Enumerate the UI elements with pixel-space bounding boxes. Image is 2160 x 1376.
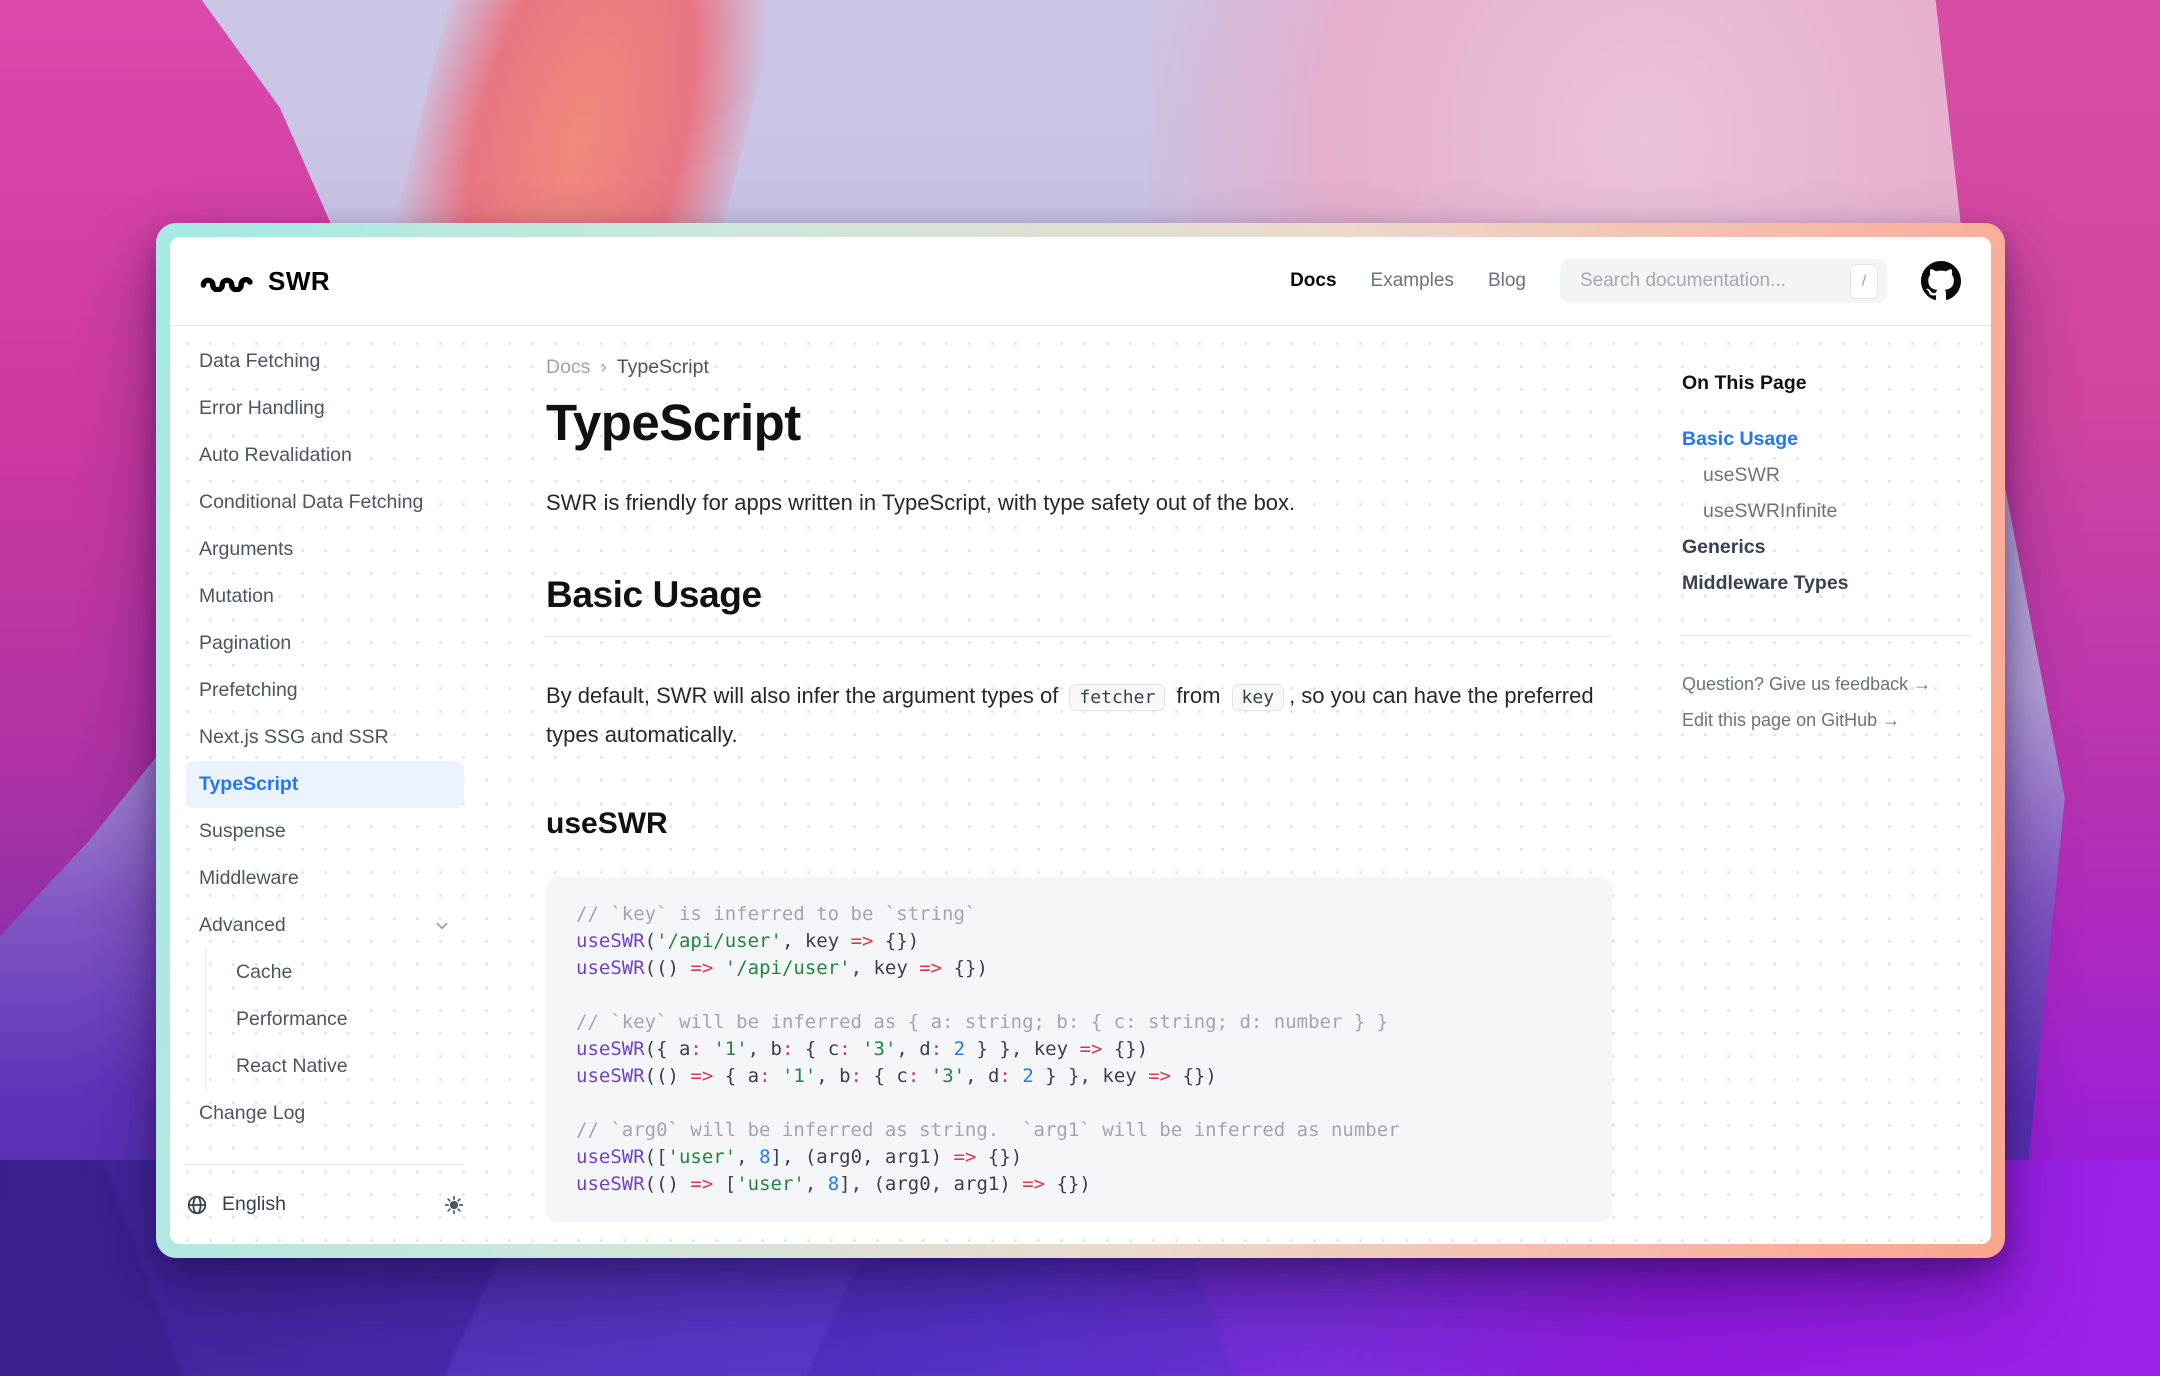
sidebar-item-label: Data Fetching (199, 350, 320, 373)
breadcrumb-separator-icon: › (600, 357, 606, 379)
sidebar: Data Fetching Error Handling Auto Revalida… (170, 326, 480, 1244)
chevron-down-icon (433, 917, 451, 935)
sidebar-item-middleware[interactable]: Middleware (186, 855, 464, 902)
globe-icon (186, 1194, 208, 1216)
sidebar-item-label: Cache (236, 961, 292, 984)
code-line (576, 982, 1582, 1009)
sidebar-item-label: Pagination (199, 632, 291, 655)
swr-docs-app: SWR Docs Examples Blog / Data Fetching Erro… (170, 237, 1991, 1244)
toc-link-question-give-us-feedback[interactable]: Question? Give us feedback → (1682, 674, 1972, 695)
inline-code-key: key (1232, 684, 1285, 711)
sidebar-nav-list: Data Fetching Error Handling Auto Revalida… (186, 338, 464, 1142)
language-label: English (222, 1193, 286, 1216)
section-divider (546, 636, 1612, 637)
sidebar-item-react-native[interactable]: React Native (205, 1043, 464, 1090)
code-line: // `key` will be inferred as { a: string… (576, 1009, 1582, 1036)
sidebar-item-typescript[interactable]: TypeScript (186, 761, 464, 808)
top-navbar: SWR Docs Examples Blog / (170, 237, 1991, 326)
sidebar-item-next-js-ssg-and-ssr[interactable]: Next.js SSG and SSR (186, 714, 464, 761)
sidebar-item-change-log[interactable]: Change Log (186, 1090, 464, 1137)
toc-item-useswr[interactable]: useSWR (1682, 457, 1972, 493)
toc-item-basic-usage[interactable]: Basic Usage (1682, 421, 1972, 457)
code-line: // `arg0` will be inferred as string. `a… (576, 1117, 1582, 1144)
sidebar-item-label: TypeScript (199, 773, 298, 796)
sidebar-item-label: Performance (236, 1008, 348, 1031)
sidebar-item-pagination[interactable]: Pagination (186, 620, 464, 667)
sidebar-item-label: Middleware (199, 867, 299, 890)
sidebar-footer: English (186, 1164, 464, 1216)
search-input[interactable] (1578, 269, 1822, 293)
toc-item-useswrinfinite[interactable]: useSWRInfinite (1682, 493, 1972, 529)
sidebar-item-label: Auto Revalidation (199, 444, 352, 467)
github-icon[interactable] (1921, 261, 1961, 301)
code-line: useSWR(['user', 8], (arg0, arg1) => {}) (576, 1144, 1582, 1171)
sidebar-item-auto-revalidation[interactable]: Auto Revalidation (186, 432, 464, 479)
breadcrumb: Docs › TypeScript (546, 356, 1612, 379)
sidebar-item-label: Conditional Data Fetching (199, 491, 423, 514)
sidebar-item-label: Error Handling (199, 397, 325, 420)
article: Docs › TypeScript TypeScript SWR is frie… (546, 326, 1612, 1244)
toc-divider (1682, 635, 1972, 636)
nav-link-blog[interactable]: Blog (1488, 270, 1526, 292)
code-line: useSWR('/api/user', key => {}) (576, 928, 1582, 955)
code-line (576, 1090, 1582, 1117)
toc-links: Question? Give us feedback → Edit this pa… (1682, 674, 1972, 731)
sidebar-item-label: Change Log (199, 1102, 305, 1125)
sidebar-item-data-fetching[interactable]: Data Fetching (186, 338, 464, 385)
intro-paragraph: SWR is friendly for apps written in Type… (546, 490, 1612, 516)
section-heading-basic-usage: Basic Usage (546, 574, 1612, 616)
sidebar-item-prefetching[interactable]: Prefetching (186, 667, 464, 714)
page-title: TypeScript (546, 393, 1612, 452)
search-shortcut-key: / (1850, 264, 1878, 299)
breadcrumb-current: TypeScript (617, 356, 709, 379)
nav-link-examples[interactable]: Examples (1371, 270, 1454, 292)
swr-wave-icon (200, 270, 254, 292)
navbar-right: Docs Examples Blog / (1290, 259, 1961, 303)
toc-item-generics[interactable]: Generics (1682, 529, 1972, 565)
brand-name: SWR (268, 266, 330, 297)
sidebar-item-label: Next.js SSG and SSR (199, 726, 389, 749)
sidebar-item-label: React Native (236, 1055, 348, 1078)
toc-heading: On This Page (1682, 372, 1972, 395)
sidebar-item-label: Suspense (199, 820, 286, 843)
sidebar-item-advanced[interactable]: Advanced (186, 902, 464, 949)
language-selector[interactable]: English (186, 1193, 286, 1216)
sidebar-item-cache[interactable]: Cache (205, 949, 464, 996)
code-line: useSWR(() => ['user', 8], (arg0, arg1) =… (576, 1171, 1582, 1198)
code-line: useSWR(() => { a: '1', b: { c: '3', d: 2… (576, 1063, 1582, 1090)
sidebar-item-suspense[interactable]: Suspense (186, 808, 464, 855)
sidebar-item-label: Advanced (199, 914, 286, 937)
sidebar-item-label: Prefetching (199, 679, 298, 702)
toc-item-middleware-types[interactable]: Middleware Types (1682, 565, 1972, 601)
sidebar-item-error-handling[interactable]: Error Handling (186, 385, 464, 432)
inline-code-fetcher: fetcher (1069, 684, 1165, 711)
usage-paragraph: By default, SWR will also infer the argu… (546, 677, 1612, 753)
content-area: Data Fetching Error Handling Auto Revalida… (170, 326, 1991, 1244)
subsection-heading-useswr: useSWR (546, 807, 1612, 841)
sidebar-item-performance[interactable]: Performance (205, 996, 464, 1043)
breadcrumb-parent[interactable]: Docs (546, 356, 590, 379)
toc-panel: On This Page Basic UsageuseSWRuseSWRInfi… (1682, 326, 1972, 1244)
code-block[interactable]: // `key` is inferred to be `string`useSW… (546, 877, 1612, 1222)
sidebar-item-mutation[interactable]: Mutation (186, 573, 464, 620)
swr-logo[interactable]: SWR (200, 266, 330, 297)
code-line: useSWR(() => '/api/user', key => {}) (576, 955, 1582, 982)
sidebar-item-label: Arguments (199, 538, 293, 561)
sun-icon (444, 1195, 464, 1215)
sidebar-item-conditional-data-fetching[interactable]: Conditional Data Fetching (186, 479, 464, 526)
nav-links: Docs Examples Blog (1290, 270, 1526, 292)
code-line: useSWR({ a: '1', b: { c: '3', d: 2 } }, … (576, 1036, 1582, 1063)
code-line: // `key` is inferred to be `string` (576, 901, 1582, 928)
nav-link-docs[interactable]: Docs (1290, 270, 1336, 292)
toc-link-edit-this-page-on-github[interactable]: Edit this page on GitHub → (1682, 710, 1972, 731)
sidebar-item-arguments[interactable]: Arguments (186, 526, 464, 573)
sidebar-item-label: Mutation (199, 585, 274, 608)
browser-window: SWR Docs Examples Blog / Data Fetching Erro… (156, 223, 2005, 1258)
desktop: { "navbar": { "logo_text": "SWR", "links… (0, 0, 2160, 1376)
search-box[interactable]: / (1560, 259, 1887, 303)
theme-toggle-button[interactable] (444, 1195, 464, 1215)
toc-list: Basic UsageuseSWRuseSWRInfiniteGenericsM… (1682, 421, 1972, 601)
